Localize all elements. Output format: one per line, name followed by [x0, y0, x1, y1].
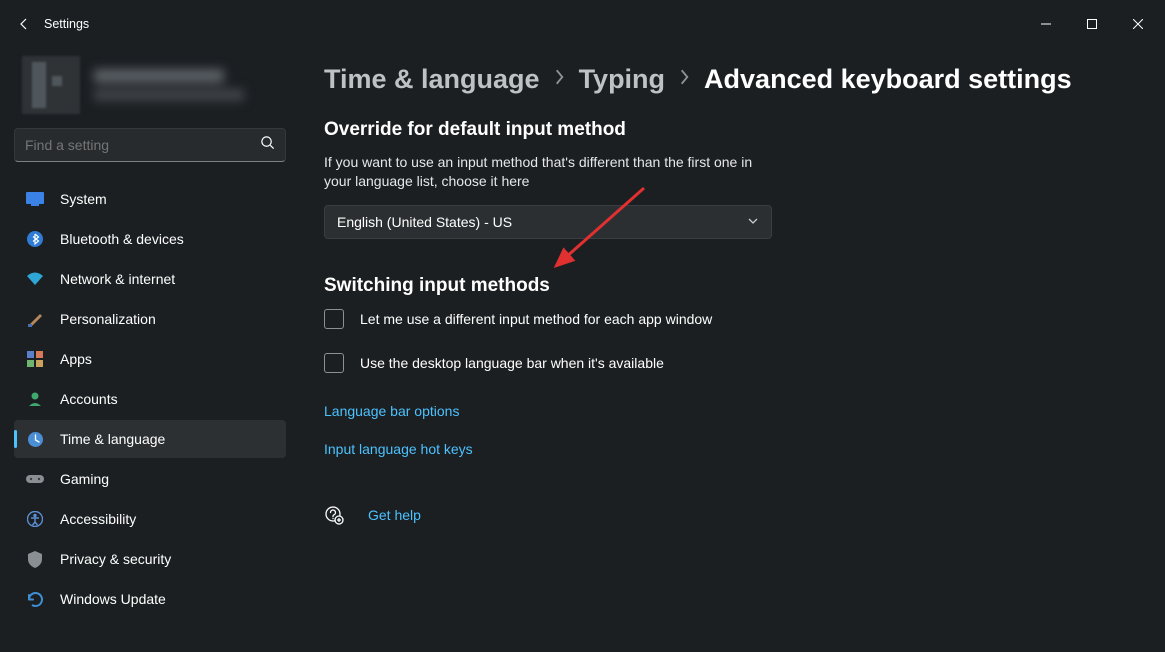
link-input-hotkeys[interactable]: Input language hot keys [324, 441, 1125, 457]
brush-icon [26, 310, 44, 328]
sidebar-item-gaming[interactable]: Gaming [14, 460, 286, 498]
person-icon [26, 390, 44, 408]
breadcrumb-level1[interactable]: Time & language [324, 64, 540, 95]
profile-text [94, 69, 244, 101]
sidebar-item-accessibility[interactable]: Accessibility [14, 500, 286, 538]
checkbox-label: Let me use a different input method for … [360, 311, 712, 327]
user-profile[interactable] [14, 48, 286, 128]
avatar [22, 56, 80, 114]
clock-globe-icon [26, 430, 44, 448]
help-icon [324, 505, 344, 525]
window-title: Settings [44, 17, 89, 31]
link-get-help[interactable]: Get help [368, 507, 421, 523]
chevron-down-icon [747, 214, 759, 230]
content-pane: Time & language Typing Advanced keyboard… [300, 48, 1165, 652]
checkbox-row-language-bar[interactable]: Use the desktop language bar when it's a… [324, 353, 1125, 373]
help-row: Get help [324, 505, 1125, 525]
breadcrumb-level2[interactable]: Typing [579, 64, 665, 95]
input-method-dropdown[interactable]: English (United States) - US [324, 205, 772, 239]
sidebar-item-privacy[interactable]: Privacy & security [14, 540, 286, 578]
link-language-bar-options[interactable]: Language bar options [324, 403, 1125, 419]
chevron-right-icon [679, 68, 690, 91]
bluetooth-icon [26, 230, 44, 248]
sidebar-item-label: Bluetooth & devices [60, 231, 184, 247]
accessibility-icon [26, 510, 44, 528]
search-icon [260, 135, 275, 155]
dropdown-value: English (United States) - US [337, 214, 512, 230]
gamepad-icon [26, 470, 44, 488]
sidebar: System Bluetooth & devices Network & int… [0, 48, 300, 652]
sidebar-item-label: Accessibility [60, 511, 136, 527]
wifi-icon [26, 270, 44, 288]
sidebar-item-label: Time & language [60, 431, 165, 447]
nav: System Bluetooth & devices Network & int… [14, 180, 286, 618]
search-input[interactable] [25, 137, 260, 153]
shield-icon [26, 550, 44, 568]
sidebar-item-apps[interactable]: Apps [14, 340, 286, 378]
sidebar-item-label: Gaming [60, 471, 109, 487]
minimize-button[interactable] [1023, 8, 1069, 40]
section-heading-override: Override for default input method [324, 119, 1125, 141]
sidebar-item-label: Accounts [60, 391, 118, 407]
chevron-right-icon [554, 68, 565, 91]
sidebar-item-time-language[interactable]: Time & language [14, 420, 286, 458]
sidebar-item-label: Apps [60, 351, 92, 367]
update-icon [26, 590, 44, 608]
sidebar-item-bluetooth[interactable]: Bluetooth & devices [14, 220, 286, 258]
checkbox[interactable] [324, 353, 344, 373]
sidebar-item-network[interactable]: Network & internet [14, 260, 286, 298]
sidebar-item-windows-update[interactable]: Windows Update [14, 580, 286, 618]
maximize-button[interactable] [1069, 8, 1115, 40]
checkbox-row-per-app[interactable]: Let me use a different input method for … [324, 309, 1125, 329]
title-bar: Settings [0, 0, 1165, 48]
breadcrumb-current: Advanced keyboard settings [704, 64, 1072, 95]
breadcrumb: Time & language Typing Advanced keyboard… [324, 64, 1125, 95]
sidebar-item-label: Privacy & security [60, 551, 171, 567]
apps-icon [26, 350, 44, 368]
sidebar-item-personalization[interactable]: Personalization [14, 300, 286, 338]
checkbox-label: Use the desktop language bar when it's a… [360, 355, 664, 371]
back-button[interactable] [4, 4, 44, 44]
section-heading-switching: Switching input methods [324, 275, 1125, 297]
close-button[interactable] [1115, 8, 1161, 40]
sidebar-item-label: Personalization [60, 311, 156, 327]
sidebar-item-accounts[interactable]: Accounts [14, 380, 286, 418]
sidebar-item-system[interactable]: System [14, 180, 286, 218]
monitor-icon [26, 190, 44, 208]
checkbox[interactable] [324, 309, 344, 329]
search-box[interactable] [14, 128, 286, 162]
sidebar-item-label: System [60, 191, 107, 207]
sidebar-item-label: Network & internet [60, 271, 175, 287]
sidebar-item-label: Windows Update [60, 591, 166, 607]
section-description: If you want to use an input method that'… [324, 153, 764, 191]
